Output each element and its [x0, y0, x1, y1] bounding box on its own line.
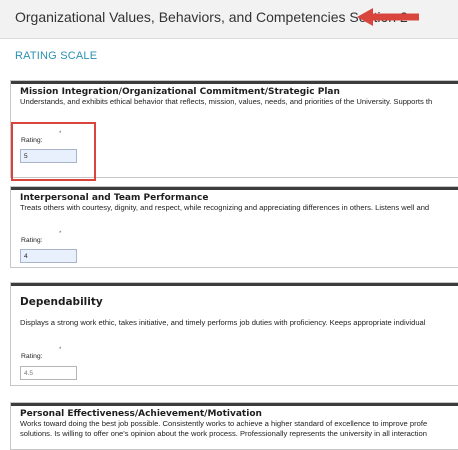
required-marker: * [59, 231, 62, 237]
card-top-border [11, 187, 458, 190]
annotation-arrow-icon [357, 8, 419, 26]
section-title: Organizational Values, Behaviors, and Co… [15, 9, 408, 25]
required-marker: * [59, 347, 62, 353]
competency-card-dependability: Dependability Displays a strong work eth… [10, 282, 458, 386]
card-top-border [11, 283, 458, 286]
rating-scale-link[interactable]: RATING SCALE [15, 50, 97, 62]
competency-title: Dependability [20, 296, 103, 308]
card-top-border [11, 403, 458, 406]
competency-card-interpersonal: Interpersonal and Team Performance Treat… [10, 186, 458, 268]
rating-input-dependability[interactable] [20, 366, 77, 380]
rating-label: Rating: [21, 237, 43, 244]
competency-description: Understands, and exhibits ethical behavi… [20, 97, 433, 106]
competency-card-personal-effectiveness: Personal Effectiveness/Achievement/Motiv… [10, 402, 458, 450]
section-header: Organizational Values, Behaviors, and Co… [0, 0, 458, 39]
competency-description-line-1: Works toward doing the best job possible… [20, 419, 428, 428]
competency-title: Interpersonal and Team Performance [20, 193, 209, 203]
rating-input-interpersonal[interactable] [20, 249, 77, 263]
rating-label: Rating: [21, 353, 43, 360]
competency-title: Mission Integration/Organizational Commi… [20, 87, 340, 97]
competency-title: Personal Effectiveness/Achievement/Motiv… [20, 409, 262, 419]
competency-description: Displays a strong work ethic, takes init… [20, 318, 426, 327]
competency-description-line-2: solutions. Is willing to offer one's opi… [20, 429, 427, 438]
card-top-border [11, 81, 458, 84]
competency-description: Treats others with courtesy, dignity, an… [20, 203, 430, 212]
annotation-highlight-box [11, 122, 96, 181]
